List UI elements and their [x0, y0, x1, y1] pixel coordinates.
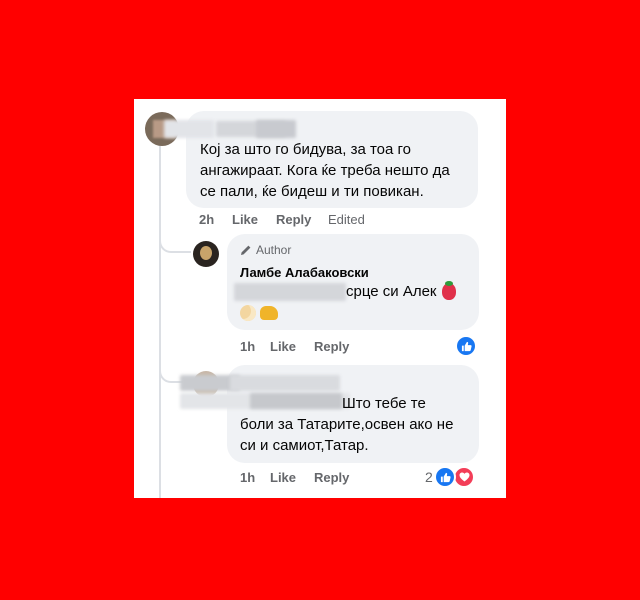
strawberry-emoji: [442, 281, 456, 300]
redacted-name: [250, 393, 342, 409]
comment-text-line: си и самиот,Татар.: [240, 437, 369, 454]
thread-line: [159, 139, 161, 498]
like-button[interactable]: Like: [232, 212, 258, 227]
timestamp[interactable]: 2h: [199, 212, 214, 227]
edited-label: Edited: [328, 212, 365, 227]
flexed-arm-emoji: [260, 306, 278, 320]
pencil-icon: [241, 245, 251, 255]
comments-panel: Кој за што го бидува, за тоа го ангажира…: [134, 99, 506, 498]
like-reaction-icon[interactable]: [434, 466, 456, 488]
commenter-name[interactable]: Ламбе Алабаковски: [240, 265, 369, 280]
like-button[interactable]: Like: [270, 470, 296, 485]
comment-text-line: се пали, ќе бидеш и ти повикан.: [200, 183, 424, 200]
author-avatar[interactable]: [193, 241, 219, 267]
comment-text-line: боли за Татарите,освен ако не: [240, 416, 454, 433]
redacted-name: [256, 120, 296, 138]
timestamp[interactable]: 1h: [240, 470, 255, 485]
like-reaction-icon[interactable]: [455, 335, 477, 357]
comment-text-line: Што тебе те: [342, 395, 426, 412]
reply-button[interactable]: Reply: [276, 212, 311, 227]
author-badge: Author: [240, 243, 291, 257]
redacted-name: [164, 120, 214, 138]
moon-emoji: [240, 305, 256, 321]
like-button[interactable]: Like: [270, 339, 296, 354]
reply-button[interactable]: Reply: [314, 470, 349, 485]
author-label: Author: [256, 243, 292, 257]
thread-connector: [159, 217, 191, 253]
timestamp[interactable]: 1h: [240, 339, 255, 354]
reply-text: срце си Алек: [346, 283, 437, 300]
reply-button[interactable]: Reply: [314, 339, 349, 354]
redacted-name: [230, 375, 340, 391]
love-reaction-icon[interactable]: [453, 466, 475, 488]
comment-text-line: Кој за што го бидува, за тоа го: [200, 141, 411, 158]
redacted-mention: [234, 283, 346, 301]
comment-text-line: ангажираат. Кога ќе треба нешто да: [200, 162, 450, 179]
reaction-count[interactable]: 2: [425, 469, 433, 485]
